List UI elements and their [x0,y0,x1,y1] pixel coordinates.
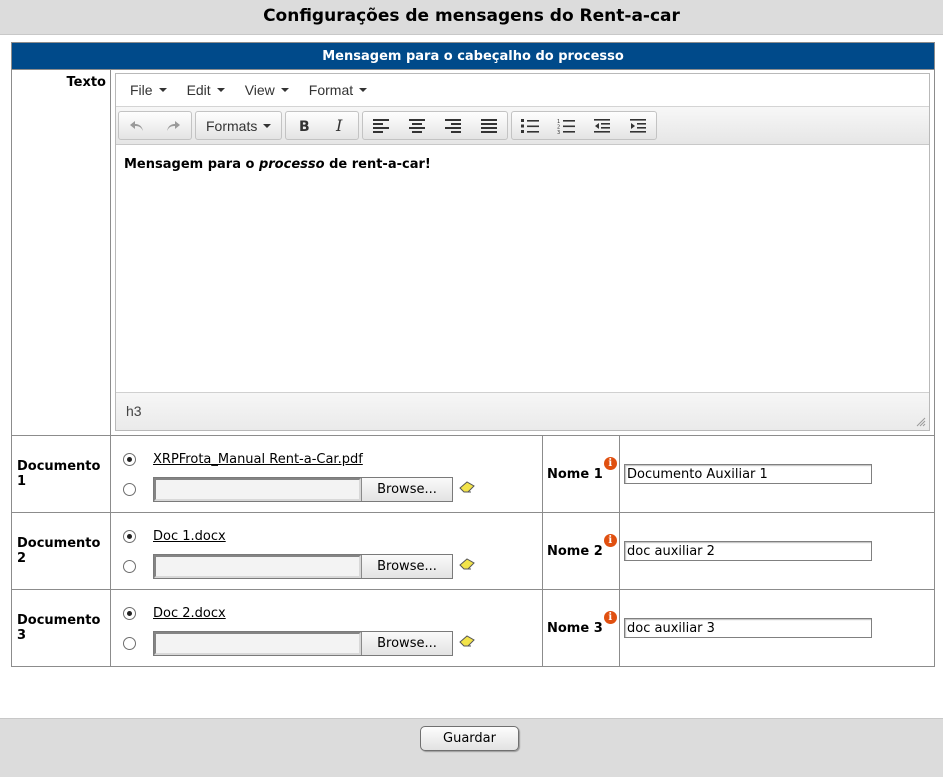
documento-1-cell: XRPFrota_Manual Rent-a-Car.pdf Browse... [110,435,543,513]
doc-1-browse-button[interactable]: Browse... [361,477,452,501]
svg-text:3: 3 [557,130,560,134]
formats-group: Formats [195,111,283,140]
footer-bar: Guardar [0,718,943,777]
formats-dropdown[interactable]: Formats [196,112,281,139]
nome-2-label-cell: Nome 2i [542,512,620,590]
doc-1-file-link[interactable]: XRPFrota_Manual Rent-a-Car.pdf [153,452,363,467]
undo-icon[interactable] [119,112,155,139]
menu-file[interactable]: File [120,82,177,98]
page-title: Configurações de mensagens do Rent-a-car [0,0,943,35]
documento-1-label: Documento 1 [11,435,111,513]
info-icon[interactable]: i [603,533,617,547]
doc-2-browse-button[interactable]: Browse... [361,554,452,578]
align-left-icon[interactable] [363,112,399,139]
list-group: 123 [511,111,658,140]
italic-icon[interactable]: I [322,112,358,139]
doc-1-file-input[interactable]: Browse... [153,476,453,502]
menu-edit[interactable]: Edit [177,82,235,98]
bold-icon[interactable]: B [286,112,322,139]
section-header: Mensagem para o cabeçalho do processo [10,42,936,70]
caret-down-icon [359,88,368,92]
numbered-list-icon[interactable]: 123 [548,112,584,139]
doc-1-file-path[interactable] [154,477,361,501]
svg-text:B: B [299,119,310,133]
doc-3-file-link[interactable]: Doc 2.docx [153,606,226,621]
doc-2-file-path[interactable] [154,554,361,578]
config-table: Mensagem para o cabeçalho do processo Te… [10,42,936,667]
content-text: Mensagem para o [124,157,259,172]
nome-3-input[interactable] [624,618,872,638]
documento-2-label: Documento 2 [11,512,111,590]
align-group [362,111,509,140]
doc-2-upload-radio[interactable] [123,559,136,573]
caret-down-icon [280,88,289,92]
editor-content[interactable]: Mensagem para o processo de rent-a-car! [116,145,929,406]
outdent-icon[interactable] [584,112,620,139]
nome-3-input-cell [618,589,936,667]
doc-2-file-link[interactable]: Doc 1.docx [153,529,226,544]
align-center-icon[interactable] [399,112,435,139]
nome-2-input-cell [618,512,936,590]
nome-2-label: Nome 2 [547,543,603,559]
documento-2-cell: Doc 1.docx Browse... [110,512,543,590]
doc-3-existing-radio[interactable] [123,606,136,620]
doc-3-upload-radio[interactable] [123,636,136,650]
nome-1-label: Nome 1 [547,466,603,482]
nome-3-label: Nome 3 [547,620,603,636]
content-text-end: de rent-a-car! [324,157,431,172]
doc-2-existing-radio[interactable] [123,529,136,543]
eraser-icon[interactable] [459,558,475,574]
doc-1-existing-radio[interactable] [123,452,136,466]
doc-3-file-path[interactable] [154,631,361,655]
menu-view[interactable]: View [235,82,299,98]
nome-1-input[interactable] [624,464,872,484]
bullet-list-icon[interactable] [512,112,548,139]
resize-grip-icon[interactable] [916,417,926,427]
editor-menubar: File Edit View Format [116,74,930,107]
editor-statusbar: h3 [116,392,930,430]
info-icon[interactable]: i [603,456,617,470]
doc-3-file-input[interactable]: Browse... [153,630,453,656]
indent-icon[interactable] [620,112,656,139]
align-right-icon[interactable] [435,112,471,139]
redo-icon[interactable] [155,112,191,139]
documento-3-cell: Doc 2.docx Browse... [110,589,543,667]
history-group [118,111,192,140]
caret-down-icon [263,123,272,128]
align-justify-icon[interactable] [471,112,507,139]
nome-1-label-cell: Nome 1i [542,435,620,513]
nome-3-label-cell: Nome 3i [542,589,620,667]
rich-text-editor: File Edit View Format Formats B I 1 2 3 … [115,73,931,431]
element-path[interactable]: h3 [126,403,142,419]
doc-3-browse-button[interactable]: Browse... [361,631,452,655]
save-button[interactable]: Guardar [420,726,519,751]
eraser-icon[interactable] [459,635,475,651]
nome-2-input[interactable] [624,541,872,561]
caret-down-icon [216,88,225,92]
editor-toolbar: Formats B I 1 2 3 [116,107,930,145]
style-group: B I [285,111,360,140]
info-icon[interactable]: i [603,610,617,624]
menu-format[interactable]: Format [299,82,377,98]
nome-1-input-cell [618,435,936,513]
doc-1-upload-radio[interactable] [123,482,136,496]
content-italic: processo [258,157,325,172]
documento-3-label: Documento 3 [11,589,111,667]
doc-2-file-input[interactable]: Browse... [153,553,453,579]
eraser-icon[interactable] [459,481,475,497]
svg-text:I: I [335,118,343,134]
texto-label: Texto [11,69,111,436]
caret-down-icon [158,88,167,92]
